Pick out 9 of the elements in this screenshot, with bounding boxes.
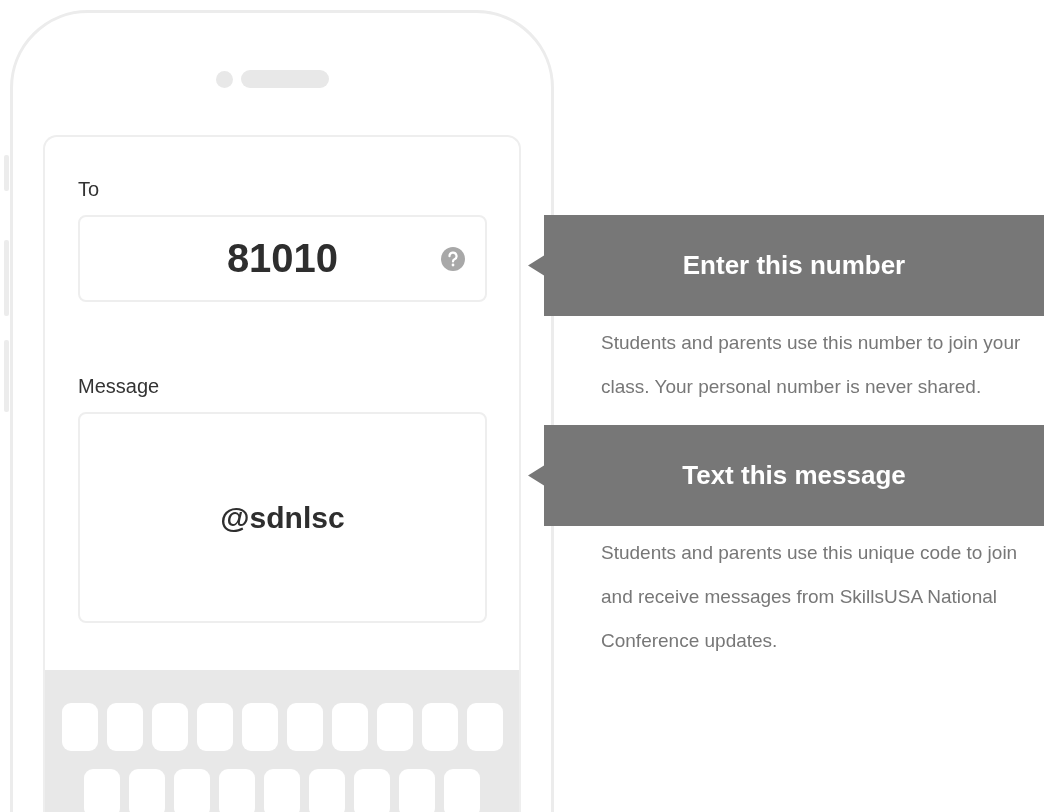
message-field[interactable]: @sdnlsc bbox=[78, 412, 487, 623]
callout-banner: Enter this number bbox=[528, 215, 1044, 316]
message-label: Message bbox=[78, 374, 161, 398]
to-field[interactable]: 81010 bbox=[78, 215, 487, 302]
callout-description: Students and parents use this number to join your class. Your personal number is never shared. bbox=[601, 331, 1022, 399]
callout-description: Students and parents use this unique code to join and receive messages from SkillsUSA National Conference updates. bbox=[601, 541, 1019, 653]
to-label: To bbox=[78, 177, 101, 201]
help-icon[interactable] bbox=[441, 246, 465, 271]
callout-banner: Text this message bbox=[528, 425, 1044, 526]
